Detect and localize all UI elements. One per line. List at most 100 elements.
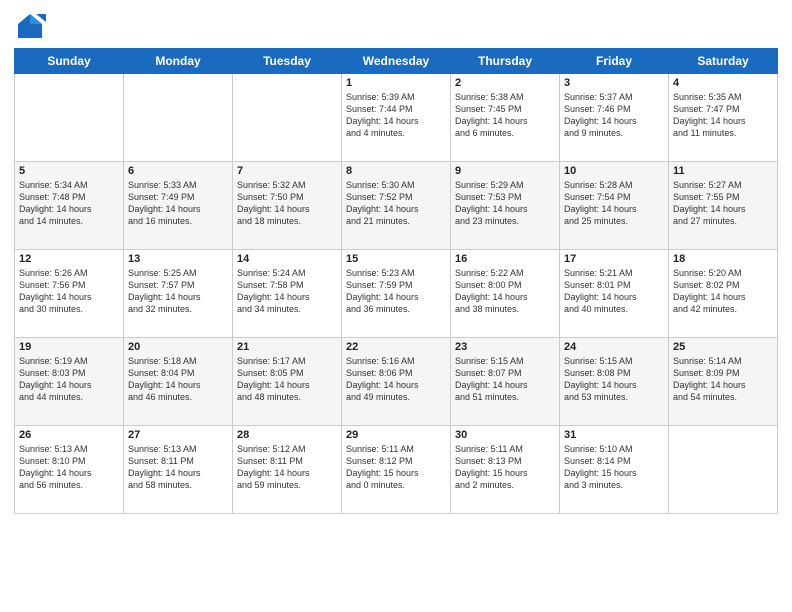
logo bbox=[14, 10, 50, 42]
day-number: 29 bbox=[346, 429, 446, 441]
day-number: 23 bbox=[455, 341, 555, 353]
day-header-sunday: Sunday bbox=[15, 49, 124, 74]
day-info: Sunrise: 5:15 AM Sunset: 8:07 PM Dayligh… bbox=[455, 355, 555, 404]
day-number: 24 bbox=[564, 341, 664, 353]
header bbox=[14, 10, 778, 42]
day-info: Sunrise: 5:20 AM Sunset: 8:02 PM Dayligh… bbox=[673, 267, 773, 316]
logo-icon bbox=[14, 10, 46, 42]
calendar-cell: 7 Sunrise: 5:32 AM Sunset: 7:50 PM Daylig… bbox=[233, 162, 342, 250]
calendar-cell: 11 Sunrise: 5:27 AM Sunset: 7:55 PM Dayli… bbox=[669, 162, 778, 250]
day-info: Sunrise: 5:21 AM Sunset: 8:01 PM Dayligh… bbox=[564, 267, 664, 316]
day-number: 6 bbox=[128, 165, 228, 177]
calendar-cell: 16 Sunrise: 5:22 AM Sunset: 8:00 PM Dayli… bbox=[451, 250, 560, 338]
day-number: 5 bbox=[19, 165, 119, 177]
day-info: Sunrise: 5:22 AM Sunset: 8:00 PM Dayligh… bbox=[455, 267, 555, 316]
day-info: Sunrise: 5:27 AM Sunset: 7:55 PM Dayligh… bbox=[673, 179, 773, 228]
calendar-cell: 4Sunrise: 5:35 AM Sunset: 7:47 PM Daylig… bbox=[669, 74, 778, 162]
day-number: 19 bbox=[19, 341, 119, 353]
week-row-3: 19 Sunrise: 5:19 AM Sunset: 8:03 PM Dayli… bbox=[15, 338, 778, 426]
day-number: 31 bbox=[564, 429, 664, 441]
day-info: Sunrise: 5:33 AM Sunset: 7:49 PM Dayligh… bbox=[128, 179, 228, 228]
day-info: Sunrise: 5:12 AM Sunset: 8:11 PM Dayligh… bbox=[237, 443, 337, 492]
day-header-wednesday: Wednesday bbox=[342, 49, 451, 74]
header-row: SundayMondayTuesdayWednesdayThursdayFrid… bbox=[15, 49, 778, 74]
day-number: 30 bbox=[455, 429, 555, 441]
calendar-cell bbox=[15, 74, 124, 162]
calendar-cell: 29 Sunrise: 5:11 AM Sunset: 8:12 PM Dayli… bbox=[342, 426, 451, 514]
day-number: 9 bbox=[455, 165, 555, 177]
day-number: 1 bbox=[346, 77, 446, 89]
week-row-4: 26Sunrise: 5:13 AM Sunset: 8:10 PM Dayli… bbox=[15, 426, 778, 514]
calendar-cell bbox=[233, 74, 342, 162]
day-number: 15 bbox=[346, 253, 446, 265]
page: SundayMondayTuesdayWednesdayThursdayFrid… bbox=[0, 0, 792, 612]
day-info: Sunrise: 5:25 AM Sunset: 7:57 PM Dayligh… bbox=[128, 267, 228, 316]
calendar-cell: 26Sunrise: 5:13 AM Sunset: 8:10 PM Dayli… bbox=[15, 426, 124, 514]
day-info: Sunrise: 5:15 AM Sunset: 8:08 PM Dayligh… bbox=[564, 355, 664, 404]
day-number: 8 bbox=[346, 165, 446, 177]
day-info: Sunrise: 5:32 AM Sunset: 7:50 PM Dayligh… bbox=[237, 179, 337, 228]
calendar-cell: 12Sunrise: 5:26 AM Sunset: 7:56 PM Dayli… bbox=[15, 250, 124, 338]
day-header-saturday: Saturday bbox=[669, 49, 778, 74]
calendar-cell: 17 Sunrise: 5:21 AM Sunset: 8:01 PM Dayli… bbox=[560, 250, 669, 338]
calendar-cell: 23 Sunrise: 5:15 AM Sunset: 8:07 PM Dayli… bbox=[451, 338, 560, 426]
day-info: Sunrise: 5:11 AM Sunset: 8:13 PM Dayligh… bbox=[455, 443, 555, 492]
day-info: Sunrise: 5:34 AM Sunset: 7:48 PM Dayligh… bbox=[19, 179, 119, 228]
day-info: Sunrise: 5:38 AM Sunset: 7:45 PM Dayligh… bbox=[455, 91, 555, 140]
calendar-cell: 13 Sunrise: 5:25 AM Sunset: 7:57 PM Dayli… bbox=[124, 250, 233, 338]
day-number: 2 bbox=[455, 77, 555, 89]
calendar-cell: 22Sunrise: 5:16 AM Sunset: 8:06 PM Dayli… bbox=[342, 338, 451, 426]
day-info: Sunrise: 5:29 AM Sunset: 7:53 PM Dayligh… bbox=[455, 179, 555, 228]
calendar: SundayMondayTuesdayWednesdayThursdayFrid… bbox=[14, 48, 778, 514]
day-number: 25 bbox=[673, 341, 773, 353]
calendar-cell: 15 Sunrise: 5:23 AM Sunset: 7:59 PM Dayli… bbox=[342, 250, 451, 338]
day-header-thursday: Thursday bbox=[451, 49, 560, 74]
calendar-cell: 2 Sunrise: 5:38 AM Sunset: 7:45 PM Daylig… bbox=[451, 74, 560, 162]
calendar-cell: 5 Sunrise: 5:34 AM Sunset: 7:48 PM Daylig… bbox=[15, 162, 124, 250]
calendar-cell bbox=[124, 74, 233, 162]
day-header-monday: Monday bbox=[124, 49, 233, 74]
week-row-1: 5 Sunrise: 5:34 AM Sunset: 7:48 PM Daylig… bbox=[15, 162, 778, 250]
day-number: 17 bbox=[564, 253, 664, 265]
day-info: Sunrise: 5:14 AM Sunset: 8:09 PM Dayligh… bbox=[673, 355, 773, 404]
day-number: 16 bbox=[455, 253, 555, 265]
calendar-cell: 20 Sunrise: 5:18 AM Sunset: 8:04 PM Dayli… bbox=[124, 338, 233, 426]
calendar-cell: 24 Sunrise: 5:15 AM Sunset: 8:08 PM Dayli… bbox=[560, 338, 669, 426]
calendar-cell: 28 Sunrise: 5:12 AM Sunset: 8:11 PM Dayli… bbox=[233, 426, 342, 514]
calendar-cell: 8Sunrise: 5:30 AM Sunset: 7:52 PM Daylig… bbox=[342, 162, 451, 250]
day-info: Sunrise: 5:23 AM Sunset: 7:59 PM Dayligh… bbox=[346, 267, 446, 316]
day-info: Sunrise: 5:19 AM Sunset: 8:03 PM Dayligh… bbox=[19, 355, 119, 404]
day-number: 4 bbox=[673, 77, 773, 89]
calendar-cell: 6 Sunrise: 5:33 AM Sunset: 7:49 PM Daylig… bbox=[124, 162, 233, 250]
calendar-cell: 31 Sunrise: 5:10 AM Sunset: 8:14 PM Dayli… bbox=[560, 426, 669, 514]
calendar-cell: 10Sunrise: 5:28 AM Sunset: 7:54 PM Dayli… bbox=[560, 162, 669, 250]
day-info: Sunrise: 5:24 AM Sunset: 7:58 PM Dayligh… bbox=[237, 267, 337, 316]
calendar-cell: 30 Sunrise: 5:11 AM Sunset: 8:13 PM Dayli… bbox=[451, 426, 560, 514]
calendar-cell: 3 Sunrise: 5:37 AM Sunset: 7:46 PM Daylig… bbox=[560, 74, 669, 162]
day-info: Sunrise: 5:10 AM Sunset: 8:14 PM Dayligh… bbox=[564, 443, 664, 492]
calendar-cell: 21Sunrise: 5:17 AM Sunset: 8:05 PM Dayli… bbox=[233, 338, 342, 426]
calendar-cell: 19 Sunrise: 5:19 AM Sunset: 8:03 PM Dayli… bbox=[15, 338, 124, 426]
week-row-0: 1Sunrise: 5:39 AM Sunset: 7:44 PM Daylig… bbox=[15, 74, 778, 162]
day-info: Sunrise: 5:17 AM Sunset: 8:05 PM Dayligh… bbox=[237, 355, 337, 404]
day-info: Sunrise: 5:11 AM Sunset: 8:12 PM Dayligh… bbox=[346, 443, 446, 492]
day-number: 12 bbox=[19, 253, 119, 265]
day-number: 7 bbox=[237, 165, 337, 177]
day-number: 3 bbox=[564, 77, 664, 89]
day-info: Sunrise: 5:37 AM Sunset: 7:46 PM Dayligh… bbox=[564, 91, 664, 140]
calendar-cell: 9 Sunrise: 5:29 AM Sunset: 7:53 PM Daylig… bbox=[451, 162, 560, 250]
calendar-cell: 1Sunrise: 5:39 AM Sunset: 7:44 PM Daylig… bbox=[342, 74, 451, 162]
calendar-cell: 14Sunrise: 5:24 AM Sunset: 7:58 PM Dayli… bbox=[233, 250, 342, 338]
day-info: Sunrise: 5:18 AM Sunset: 8:04 PM Dayligh… bbox=[128, 355, 228, 404]
calendar-cell bbox=[669, 426, 778, 514]
calendar-cell: 25 Sunrise: 5:14 AM Sunset: 8:09 PM Dayli… bbox=[669, 338, 778, 426]
day-number: 20 bbox=[128, 341, 228, 353]
day-number: 28 bbox=[237, 429, 337, 441]
day-number: 18 bbox=[673, 253, 773, 265]
day-info: Sunrise: 5:28 AM Sunset: 7:54 PM Dayligh… bbox=[564, 179, 664, 228]
day-number: 11 bbox=[673, 165, 773, 177]
calendar-cell: 27Sunrise: 5:13 AM Sunset: 8:11 PM Dayli… bbox=[124, 426, 233, 514]
day-number: 13 bbox=[128, 253, 228, 265]
calendar-cell: 18 Sunrise: 5:20 AM Sunset: 8:02 PM Dayli… bbox=[669, 250, 778, 338]
day-info: Sunrise: 5:13 AM Sunset: 8:11 PM Dayligh… bbox=[128, 443, 228, 492]
